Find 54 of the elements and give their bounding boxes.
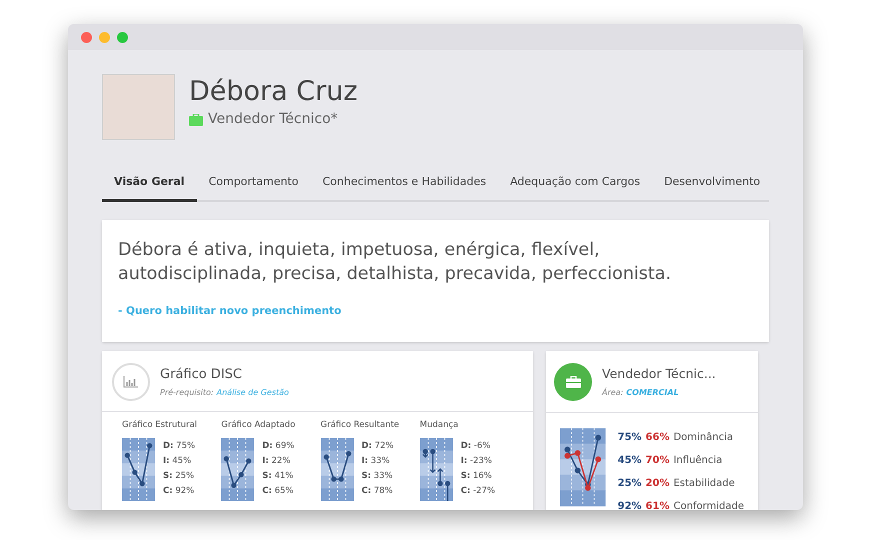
disc-value: C: 92%	[163, 484, 196, 496]
factor-label: Influência	[673, 454, 722, 468]
disc-value: S: 41%	[262, 470, 294, 482]
tab[interactable]: Adequação com Cargos	[498, 166, 652, 202]
job-percent: 20%	[646, 476, 670, 491]
profile-percent: 92%	[618, 500, 642, 510]
zoom-button[interactable]	[117, 32, 128, 42]
disc-value: I: 22%	[262, 454, 292, 466]
chart-icon	[112, 362, 150, 401]
job-percent: 61%	[646, 500, 670, 510]
tab[interactable]: Conhecimentos e Habilidades	[310, 166, 498, 202]
disc-value: I: 45%	[163, 454, 192, 466]
profile-role: Vendedor Técnico*	[208, 110, 338, 129]
factor-label: Estabilidade	[673, 476, 735, 491]
tab[interactable]: Desenvolvimento	[652, 166, 772, 202]
card-title: Gráfico DISC	[160, 366, 243, 384]
disc-profile-chart	[320, 438, 354, 500]
job-percent: 66%	[646, 430, 670, 445]
chart-title: Gráfico Estrutural	[122, 418, 198, 432]
area-label: Área:	[602, 386, 624, 399]
profile-name: Débora Cruz	[189, 75, 358, 109]
profile-percent: 75%	[618, 430, 642, 445]
chart-title: Gráfico Adaptado	[221, 418, 296, 432]
minimize-button[interactable]	[99, 32, 110, 42]
disc-value: D: -6%	[460, 440, 492, 452]
disc-value: C: -27%	[460, 484, 496, 496]
disc-value: C: 65%	[262, 484, 294, 496]
briefcase-icon	[554, 362, 592, 401]
disc-value: S: 16%	[460, 470, 493, 482]
disc-value: I: -23%	[460, 454, 493, 466]
disc-profile-chart	[221, 438, 254, 500]
card-title: Vendedor Técnic...	[602, 364, 716, 383]
chart-title: Mudança	[420, 418, 460, 432]
disc-value: I: 33%	[362, 454, 391, 466]
tab[interactable]: Visão Geral	[102, 166, 197, 202]
profile-percent: 25%	[618, 476, 642, 491]
disc-value: S: 25%	[163, 470, 196, 482]
disc-profile-chart	[122, 438, 155, 500]
prerequisite-label: Pré-requisito:	[160, 387, 214, 399]
factor-label: Dominância	[673, 430, 734, 445]
disc-value: C: 78%	[362, 484, 394, 496]
change-chart	[420, 438, 453, 500]
tab[interactable]: Comportamento	[196, 166, 310, 202]
factor-label: Conformidade	[673, 500, 744, 510]
job-percent: 70%	[646, 454, 670, 468]
briefcase-icon	[189, 114, 203, 126]
chart-title: Gráfico Resultante	[320, 418, 400, 432]
close-button[interactable]	[81, 32, 92, 42]
disc-value: S: 33%	[362, 470, 394, 482]
disc-value: D: 69%	[262, 440, 294, 452]
disc-value: D: 75%	[163, 440, 196, 452]
disc-value: D: 72%	[362, 440, 394, 452]
profile-percent: 45%	[618, 454, 642, 468]
summary-text: Débora é ativa, inquieta, impetuosa, enérgica, flexível, autodisciplinada, precisa, detalhista, precavida, perfeccionista.	[118, 239, 672, 286]
